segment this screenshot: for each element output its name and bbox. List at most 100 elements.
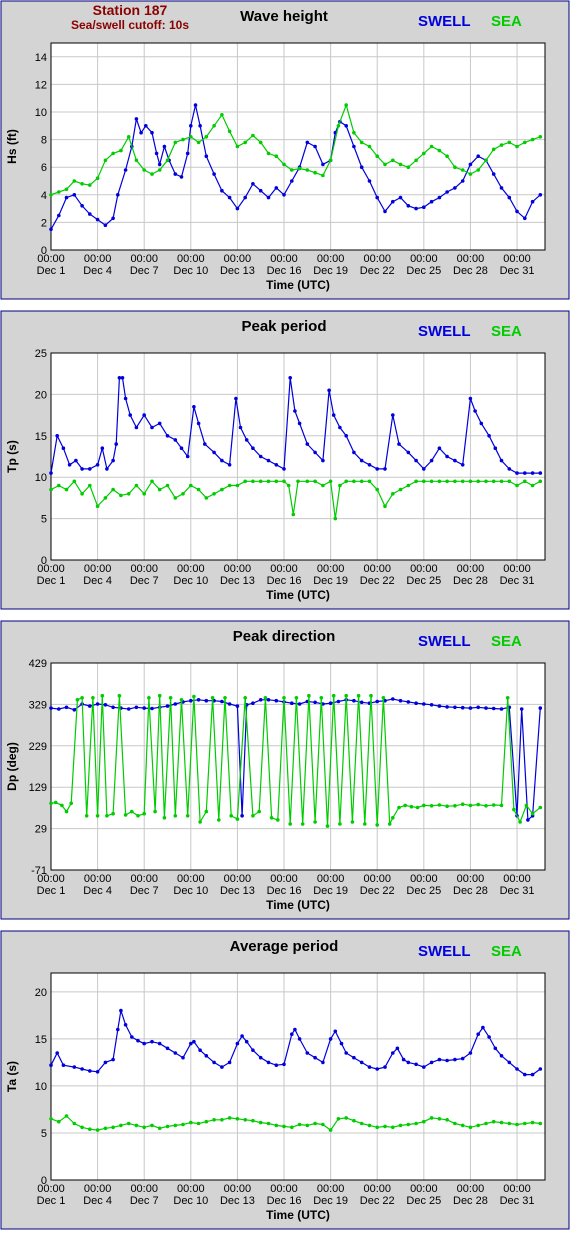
data-point-sea <box>282 1124 286 1129</box>
data-point-swell <box>391 413 395 417</box>
data-point-sea <box>523 479 527 484</box>
data-point-swell <box>192 1039 196 1044</box>
data-point-swell <box>468 162 473 167</box>
data-point-sea <box>212 1118 216 1122</box>
data-point-swell <box>352 1055 356 1060</box>
data-point-sea <box>119 148 123 153</box>
x-tick-time: 00:00 <box>177 873 205 885</box>
data-point-sea <box>212 492 216 496</box>
data-point-swell <box>336 699 341 704</box>
peak-period-chart: 051015202500:00Dec 100:00Dec 400:00Dec 7… <box>5 318 546 602</box>
data-point-sea <box>142 168 146 172</box>
data-point-sea <box>266 479 271 484</box>
data-point-swell <box>297 1037 302 1041</box>
data-point-swell <box>344 1051 349 1055</box>
data-point-sea <box>274 479 279 484</box>
data-point-swell <box>328 1037 333 1041</box>
data-point-swell <box>134 117 139 121</box>
data-point-sea <box>476 1123 481 1128</box>
data-point-swell <box>64 705 69 710</box>
x-tick-time: 00:00 <box>503 253 531 265</box>
data-point-sea <box>173 496 178 500</box>
data-point-sea <box>91 696 95 700</box>
data-point-sea <box>422 479 426 484</box>
data-point-sea <box>134 158 139 163</box>
data-point-sea <box>375 487 380 492</box>
data-point-swell <box>383 209 387 214</box>
x-tick-time: 00:00 <box>457 563 485 575</box>
data-point-swell <box>305 1051 310 1055</box>
data-point-sea <box>257 809 262 814</box>
data-point-swell <box>165 704 170 708</box>
data-point-sea <box>538 805 543 810</box>
data-point-swell <box>422 205 426 209</box>
x-tick-date: Dec 4 <box>83 885 112 897</box>
data-point-sea <box>352 130 356 135</box>
data-point-swell <box>111 705 115 710</box>
data-point-swell <box>391 199 395 204</box>
data-point-sea <box>414 158 418 163</box>
data-point-swell <box>49 227 53 232</box>
data-point-sea <box>414 1121 418 1126</box>
data-point-swell <box>414 701 418 705</box>
data-point-sea <box>297 166 302 171</box>
data-point-swell <box>95 463 100 467</box>
x-tick-date: Dec 7 <box>130 1195 159 1207</box>
data-point-swell <box>468 1051 473 1055</box>
data-point-swell <box>460 1056 465 1061</box>
data-point-sea <box>243 696 247 700</box>
y-tick-label: 129 <box>29 782 47 794</box>
data-point-swell <box>352 144 356 149</box>
data-point-swell <box>395 1046 400 1051</box>
x-axis-label: Time (UTC) <box>266 278 330 292</box>
data-point-sea <box>49 487 53 492</box>
data-point-sea <box>274 1123 279 1128</box>
data-point-swell <box>406 204 411 208</box>
data-point-swell <box>344 124 349 128</box>
data-point-swell <box>103 1060 108 1065</box>
data-point-swell <box>251 446 255 451</box>
data-point-sea <box>523 140 527 145</box>
data-point-sea <box>338 822 342 826</box>
data-point-sea <box>72 479 77 484</box>
y-tick-label: 429 <box>29 658 47 670</box>
data-point-sea <box>157 693 162 698</box>
data-point-sea <box>296 479 300 484</box>
data-point-swell <box>293 409 297 413</box>
y-tick-label: 229 <box>29 741 47 753</box>
data-point-swell <box>391 1051 395 1055</box>
y-axis-label: Ta (s) <box>5 1061 19 1092</box>
x-tick-date: Dec 25 <box>406 1195 441 1207</box>
data-point-sea <box>406 165 411 169</box>
data-point-swell <box>422 702 426 706</box>
data-point-swell <box>391 697 395 701</box>
data-point-swell <box>103 703 108 707</box>
data-point-swell <box>313 1055 317 1060</box>
data-point-swell <box>220 1065 224 1069</box>
data-point-sea <box>153 809 157 814</box>
data-point-sea <box>64 487 69 492</box>
data-point-swell <box>422 467 426 471</box>
data-point-swell <box>526 818 530 822</box>
data-point-sea <box>375 823 380 827</box>
data-point-swell <box>123 396 128 401</box>
station-title: Station 187 <box>93 2 168 18</box>
data-point-sea <box>80 182 84 186</box>
data-point-swell <box>305 442 310 446</box>
data-point-sea <box>150 1123 154 1128</box>
data-point-sea <box>103 1126 108 1131</box>
data-point-sea <box>313 479 317 484</box>
data-point-swell <box>196 698 201 702</box>
data-point-sea <box>64 187 69 192</box>
data-point-swell <box>120 376 125 380</box>
data-point-swell <box>258 188 263 193</box>
data-point-swell <box>328 701 333 705</box>
data-point-swell <box>375 1067 380 1071</box>
data-point-swell <box>468 706 473 710</box>
data-point-sea <box>134 483 139 488</box>
data-point-sea <box>204 496 209 500</box>
data-point-swell <box>123 168 128 172</box>
data-point-sea <box>181 137 185 142</box>
data-point-swell <box>72 193 77 197</box>
data-point-swell <box>339 1041 344 1046</box>
